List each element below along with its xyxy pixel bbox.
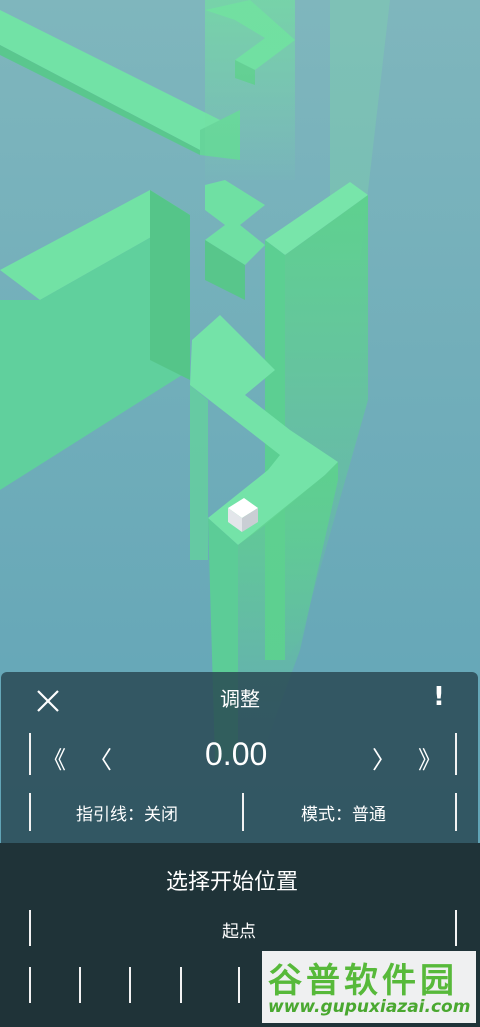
watermark: 谷普软件园 www.gupuxiazai.com [262,951,476,1023]
close-icon [37,690,59,712]
slider-tick[interactable] [238,967,240,1003]
options-row-right-divider [455,793,457,831]
forward-button[interactable]: 〉 [372,740,396,775]
start-point-option[interactable]: 起点 [222,917,256,942]
value-row-right-divider [455,733,457,775]
left-bar-side [150,190,190,380]
info-button[interactable]: ! [433,682,445,712]
mode-toggle[interactable]: 模式：普通 [301,800,386,825]
start-row-left-divider [29,910,31,946]
options-row-left-divider [29,793,31,831]
fast-forward-button[interactable]: 》 [418,740,442,775]
panel-title: 调整 [220,687,260,711]
value-display: 0.00 [205,736,268,772]
slider-tick[interactable] [180,967,182,1003]
guide-line-toggle[interactable]: 指引线：关闭 [76,800,178,825]
back-button[interactable]: 〈 [88,740,112,775]
watermark-title: 谷普软件园 [268,961,458,1001]
slider-tick[interactable] [29,967,31,1003]
start-row-right-divider [455,910,457,946]
value-row-left-divider [29,733,31,775]
slider-tick[interactable] [79,967,81,1003]
close-button[interactable] [32,685,64,717]
start-position-title: 选择开始位置 [166,870,299,895]
upper-pillar [205,0,295,180]
fast-back-button[interactable]: 《 [42,740,66,775]
options-row-mid-divider [242,793,244,831]
path-left-pillar [190,385,208,560]
watermark-url: www.gupuxiazai.com [268,997,471,1017]
slider-tick[interactable] [129,967,131,1003]
